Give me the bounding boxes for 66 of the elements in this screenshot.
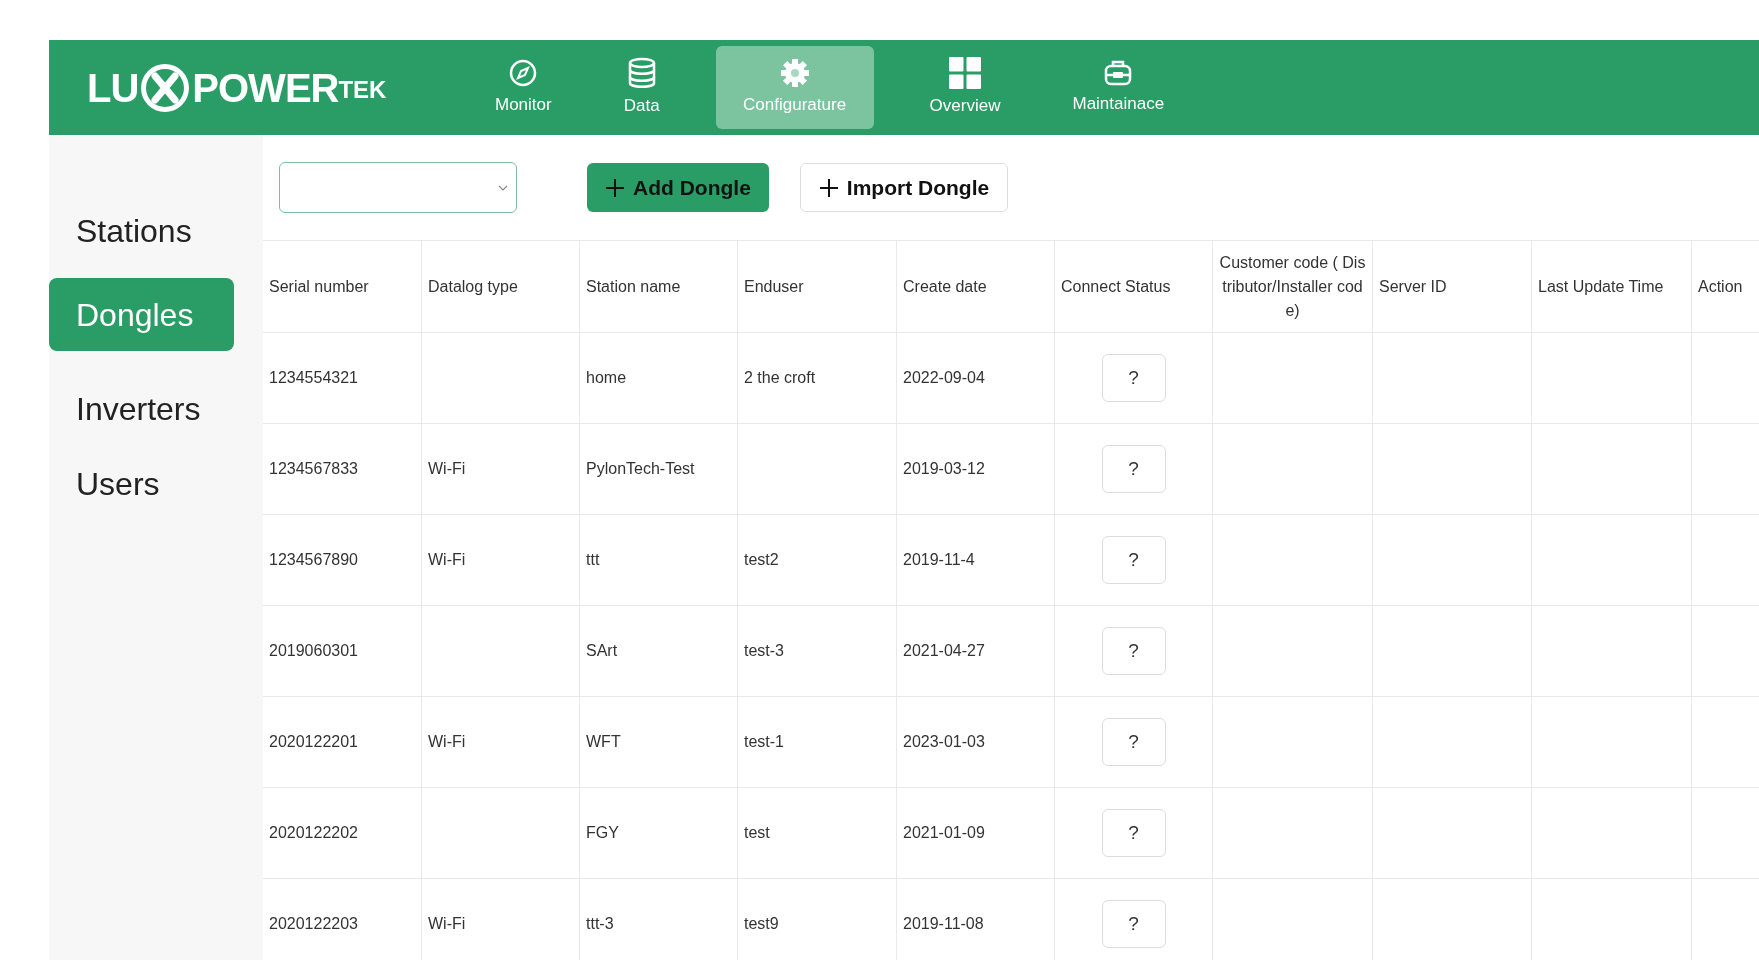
table-cell-text: FGY <box>586 823 619 843</box>
sidebar-item[interactable]: Inverters <box>49 371 263 446</box>
gear-icon <box>779 57 810 88</box>
column-header: Connect Status <box>1061 276 1171 297</box>
table-cell-text: Wi-Fi <box>428 732 466 752</box>
column-header: Action <box>1698 276 1743 297</box>
status-button[interactable]: ? <box>1101 627 1166 675</box>
table-cell-text: 2019060301 <box>269 641 358 661</box>
table-cell-text: ttt-3 <box>586 914 614 934</box>
sidebar-item[interactable]: Stations <box>49 193 263 268</box>
toolbox-icon <box>1103 58 1134 87</box>
table-cell-text: 2020122201 <box>269 732 358 752</box>
status-button[interactable]: ? <box>1101 445 1166 493</box>
grid-icon <box>949 56 982 89</box>
chevron-down-icon <box>498 184 508 191</box>
table-cell-text: home <box>586 368 627 388</box>
column-header: Serial number <box>269 276 369 297</box>
column-header: Customer code ( Distributor/Installer code) <box>1219 252 1366 321</box>
column-header: Create date <box>903 276 987 297</box>
column-header: Server ID <box>1379 276 1447 297</box>
table-cell-text: SArt <box>586 641 618 661</box>
table-cell-text: ttt <box>586 550 600 570</box>
column-header: Enduser <box>744 276 804 297</box>
table-cell-text: 1234554321 <box>269 368 358 388</box>
plus-icon <box>605 177 625 198</box>
sidebar-item[interactable]: Users <box>49 446 263 521</box>
table-cell-text: test2 <box>744 550 779 570</box>
table-cell-text: 2019-11-08 <box>903 914 984 934</box>
table-cell-text: Wi-Fi <box>428 459 466 479</box>
table-cell-text: Wi-Fi <box>428 550 466 570</box>
table-cell-text: test <box>744 823 770 843</box>
logo-superscript: TEK <box>338 75 387 105</box>
status-button[interactable]: ? <box>1101 900 1166 948</box>
plus-icon <box>818 177 839 198</box>
table-cell-text: 2019-11-4 <box>903 550 975 570</box>
table-cell-text: 1234567833 <box>269 459 358 479</box>
table-cell-text: 2021-01-09 <box>903 823 985 843</box>
table-cell-text: 1234567890 <box>269 550 358 570</box>
database-icon <box>626 56 657 89</box>
table-cell-text: PylonTech-Test <box>586 459 695 479</box>
column-header: Last Update Time <box>1538 276 1664 297</box>
table-cell-text: test-1 <box>744 732 784 752</box>
status-button[interactable]: ? <box>1101 718 1166 766</box>
table-cell-text: 2019-03-12 <box>903 459 985 479</box>
status-button[interactable]: ? <box>1101 354 1166 402</box>
table-cell-text: test9 <box>744 914 779 934</box>
table-cell-text: WFT <box>586 732 621 752</box>
table-cell-text: 2 the croft <box>744 368 816 388</box>
table-cell-text: test-3 <box>744 641 784 661</box>
status-button[interactable]: ? <box>1101 536 1166 584</box>
table-cell-text: 2020122202 <box>269 823 358 843</box>
table-cell-text: 2021-04-27 <box>903 641 985 661</box>
select-field[interactable] <box>279 162 517 213</box>
logo-text: POWER <box>192 64 339 112</box>
logo-text: LU <box>87 64 139 112</box>
table-cell-text: Wi-Fi <box>428 914 466 934</box>
column-header: Station name <box>586 276 681 297</box>
table-cell-text: 2023-01-03 <box>903 732 985 752</box>
import-dongle-button[interactable]: Import Dongle <box>799 163 1009 212</box>
add-dongle-button[interactable]: Add Dongle <box>587 163 769 212</box>
compass-icon <box>508 57 539 88</box>
column-header: Datalog type <box>428 276 518 297</box>
table-cell-text: 2022-09-04 <box>903 368 985 388</box>
table-cell-text: 2020122203 <box>269 914 358 934</box>
status-button[interactable]: ? <box>1101 809 1166 857</box>
logo-icon <box>139 61 192 114</box>
